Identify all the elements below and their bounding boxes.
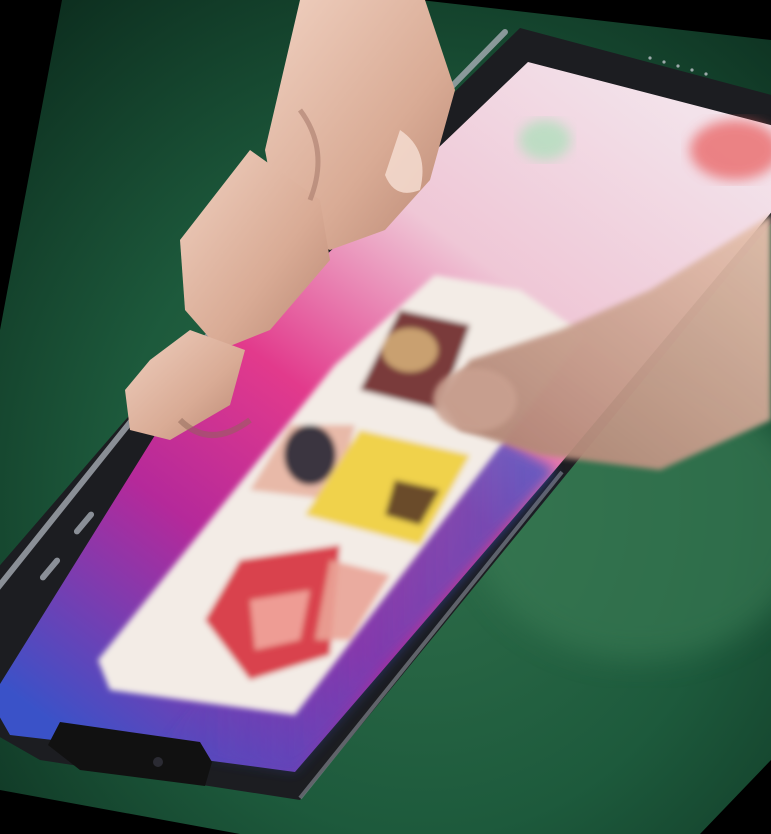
card-tile-figure [284,425,336,485]
screen-green-blob [519,120,571,160]
thumb-tip [433,368,517,432]
card-artwork-face [382,328,438,372]
photo-scene [0,0,771,834]
front-camera-icon [153,757,163,767]
